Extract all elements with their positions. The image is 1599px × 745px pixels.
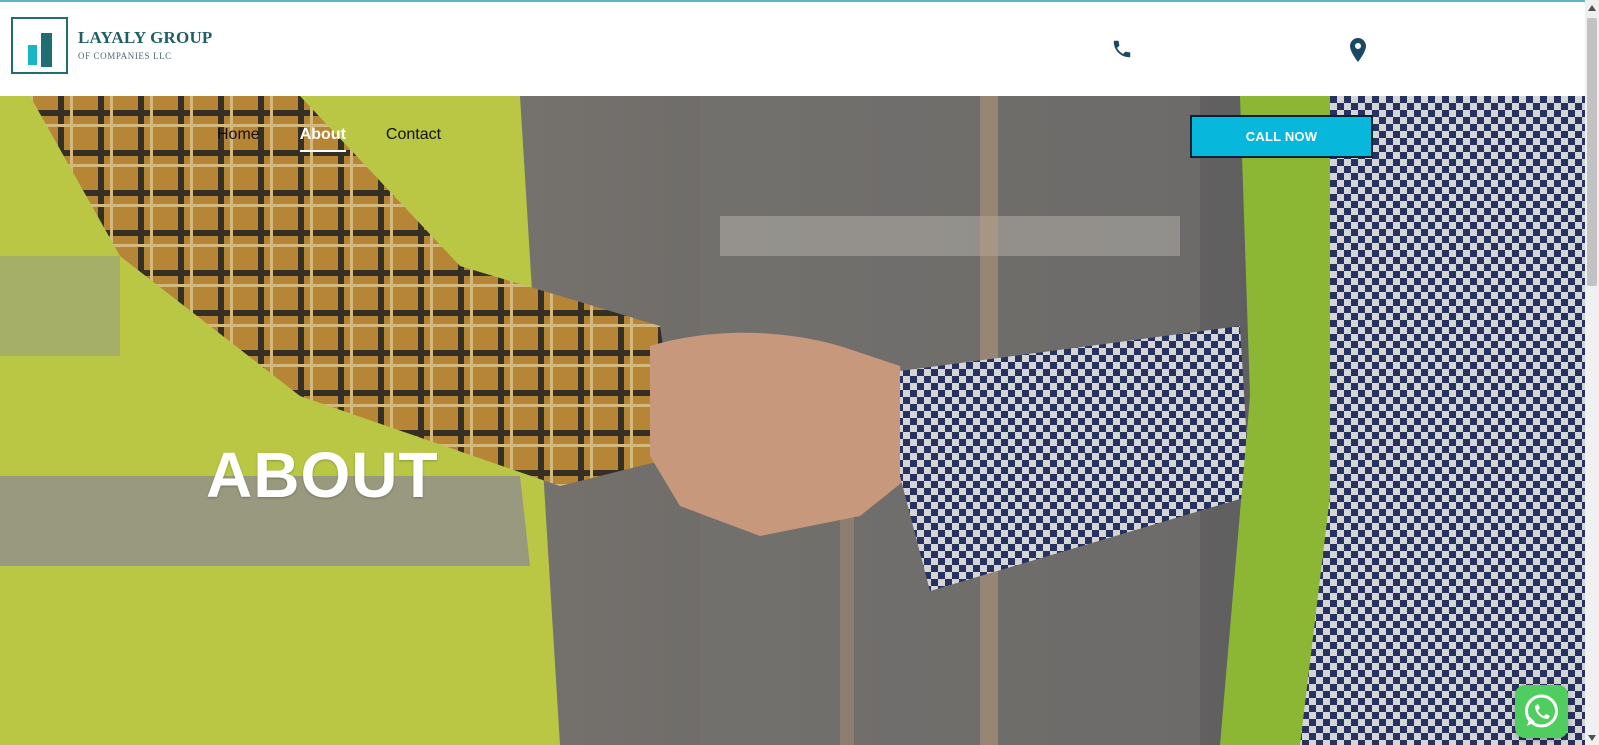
map-pin-icon — [1350, 38, 1366, 62]
hero-background-image — [0, 96, 1585, 745]
site-header: LAYALY GROUP OF COMPANIES LLC — [0, 2, 1585, 96]
scrollbar-thumb[interactable] — [1587, 18, 1597, 286]
logo-bar-tall — [41, 33, 52, 67]
logo-bar-short — [28, 45, 37, 65]
logo-subtitle: OF COMPANIES LLC — [78, 51, 172, 61]
phone-icon — [1113, 40, 1131, 58]
scroll-down-arrow-icon[interactable] — [1587, 733, 1597, 743]
main-nav: Home About Contact — [217, 126, 481, 152]
logo-title[interactable]: LAYALY GROUP — [78, 28, 213, 48]
scroll-up-arrow-icon[interactable] — [1587, 3, 1597, 13]
nav-item-home[interactable]: Home — [217, 126, 260, 152]
logo-mark[interactable] — [11, 17, 68, 74]
page-title: ABOUT — [206, 439, 439, 511]
nav-item-about[interactable]: About — [299, 126, 346, 152]
whatsapp-icon — [1525, 694, 1558, 728]
nav-item-contact[interactable]: Contact — [386, 126, 441, 152]
call-now-button[interactable]: CALL NOW — [1190, 115, 1373, 158]
hero-banner: Home About Contact CALL NOW ABOUT — [0, 96, 1585, 745]
whatsapp-button[interactable] — [1515, 685, 1568, 738]
